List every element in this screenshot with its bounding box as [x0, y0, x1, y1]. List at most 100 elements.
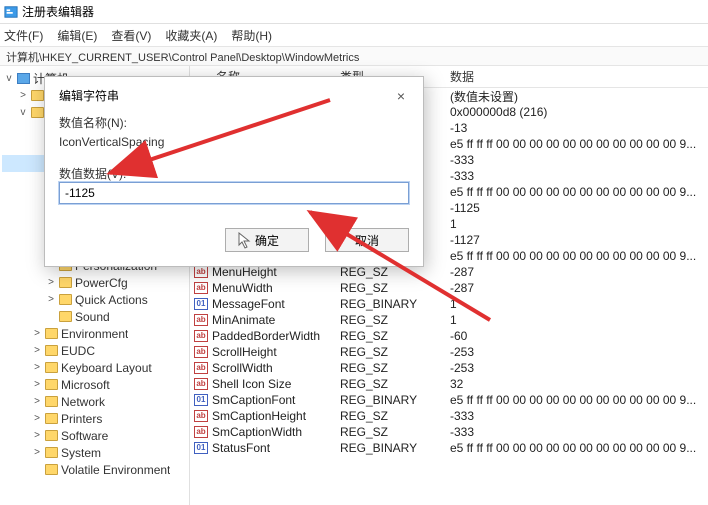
dialog-title: 编辑字符串 — [59, 87, 119, 104]
menu-bar: 文件(F) 编辑(E) 查看(V) 收藏夹(A) 帮助(H) — [0, 24, 708, 46]
cell-name: SmCaptionHeight — [212, 409, 340, 423]
address-bar[interactable]: 计算机\HKEY_CURRENT_USER\Control Panel\Desk… — [0, 46, 708, 66]
cell-name: MenuHeight — [212, 265, 340, 279]
cancel-button[interactable]: 取消 — [325, 228, 409, 252]
list-row[interactable]: ab MinAnimateREG_SZ1 — [190, 312, 708, 328]
caret-icon: > — [32, 379, 42, 390]
folder-icon — [31, 107, 44, 118]
tree-item[interactable]: >Quick Actions — [2, 291, 187, 308]
edit-string-dialog: 编辑字符串 × 数值名称(N): IconVerticalSpacing 数值数… — [44, 76, 424, 267]
value-name: IconVerticalSpacing — [59, 131, 409, 159]
cell-data: -333 — [450, 425, 708, 439]
list-row[interactable]: abScrollHeightREG_SZ-253 — [190, 344, 708, 360]
string-icon: ab — [194, 330, 208, 342]
menu-file[interactable]: 文件(F) — [4, 27, 43, 44]
caret-icon: > — [32, 430, 42, 441]
cell-data: -60 — [450, 329, 708, 343]
cursor-icon — [238, 232, 252, 250]
caret-icon: v — [4, 73, 14, 84]
caret-icon: > — [18, 90, 28, 101]
menu-view[interactable]: 查看(V) — [111, 27, 151, 44]
string-icon: ab — [194, 426, 208, 438]
cell-name: MinAnimate — [212, 313, 340, 327]
cell-data: 1 — [450, 217, 708, 231]
string-icon: ab — [194, 266, 208, 278]
folder-icon — [45, 430, 58, 441]
list-row[interactable]: abSmCaptionWidthREG_SZ-333 — [190, 424, 708, 440]
list-row[interactable]: 01MessageFontREG_BINARY1 — [190, 296, 708, 312]
string-icon: ab — [194, 410, 208, 422]
folder-icon — [45, 464, 58, 475]
tree-item[interactable]: Sound — [2, 308, 187, 325]
tree-item[interactable]: Volatile Environment — [2, 461, 187, 478]
cell-type: REG_SZ — [340, 313, 450, 327]
tree-label: Printers — [61, 412, 102, 426]
tree-item[interactable]: >System — [2, 444, 187, 461]
tree-item[interactable]: > Microsoft — [2, 376, 187, 393]
value-name-label: 数值名称(N): — [59, 114, 409, 131]
cell-data: e5 ff ff ff 00 00 00 00 00 00 00 00 00 0… — [450, 393, 708, 407]
cell-data: 32 — [450, 377, 708, 391]
tree-label: System — [61, 446, 101, 460]
cell-data: 1 — [450, 313, 708, 327]
folder-icon — [45, 396, 58, 407]
window-title: 注册表编辑器 — [22, 3, 94, 20]
cell-name: MenuWidth — [212, 281, 340, 295]
tree-label: Quick Actions — [75, 293, 148, 307]
ok-button-label: 确定 — [255, 234, 279, 248]
tree-label: Microsoft — [61, 378, 110, 392]
cell-name: Shell Icon Size — [212, 377, 340, 391]
folder-icon — [45, 362, 58, 373]
cell-data: -13 — [450, 121, 708, 135]
list-row[interactable]: abSmCaptionHeightREG_SZ-333 — [190, 408, 708, 424]
string-icon: ab — [194, 314, 208, 326]
menu-edit[interactable]: 编辑(E) — [57, 27, 97, 44]
folder-icon — [45, 447, 58, 458]
folder-icon — [59, 294, 72, 305]
folder-icon — [59, 311, 72, 322]
cell-name: MessageFont — [212, 297, 340, 311]
tree-label: Volatile Environment — [61, 463, 170, 477]
cell-data: -333 — [450, 169, 708, 183]
close-icon[interactable]: × — [393, 88, 409, 104]
computer-icon — [17, 73, 30, 84]
tree-label: Network — [61, 395, 105, 409]
folder-icon — [45, 413, 58, 424]
tree-item[interactable]: >EUDC — [2, 342, 187, 359]
ok-button[interactable]: 确定 — [225, 228, 309, 252]
folder-icon — [59, 277, 72, 288]
tree-item[interactable]: >PowerCfg — [2, 274, 187, 291]
tree-item[interactable]: >Network — [2, 393, 187, 410]
string-icon: ab — [194, 282, 208, 294]
folder-icon — [31, 90, 44, 101]
title-bar: 注册表编辑器 — [0, 0, 708, 24]
list-row[interactable]: ab MenuWidthREG_SZ-287 — [190, 280, 708, 296]
menu-help[interactable]: 帮助(H) — [231, 27, 272, 44]
cell-data: -287 — [450, 281, 708, 295]
cell-type: REG_SZ — [340, 425, 450, 439]
tree-label: Environment — [61, 327, 128, 341]
cell-type: REG_SZ — [340, 281, 450, 295]
list-row[interactable]: abScrollWidthREG_SZ-253 — [190, 360, 708, 376]
tree-item[interactable]: >Environment — [2, 325, 187, 342]
cell-type: REG_SZ — [340, 345, 450, 359]
tree-item[interactable]: >Printers — [2, 410, 187, 427]
tree-label: PowerCfg — [75, 276, 128, 290]
binary-icon: 01 — [194, 442, 208, 454]
string-icon: ab — [194, 378, 208, 390]
cell-data: e5 ff ff ff 00 00 00 00 00 00 00 00 00 0… — [450, 137, 708, 151]
list-row[interactable]: 01StatusFontREG_BINARYe5 ff ff ff 00 00 … — [190, 440, 708, 456]
value-data-input[interactable] — [59, 182, 409, 204]
cell-type: REG_BINARY — [340, 297, 450, 311]
caret-icon: v — [18, 107, 28, 118]
col-data[interactable]: 数据 — [450, 68, 708, 85]
menu-fav[interactable]: 收藏夹(A) — [165, 27, 217, 44]
list-row[interactable]: abShell Icon SizeREG_SZ32 — [190, 376, 708, 392]
tree-item[interactable]: >Keyboard Layout — [2, 359, 187, 376]
folder-icon — [45, 379, 58, 390]
tree-label: Keyboard Layout — [61, 361, 152, 375]
tree-item[interactable]: >Software — [2, 427, 187, 444]
list-row[interactable]: 01SmCaptionFontREG_BINARYe5 ff ff ff 00 … — [190, 392, 708, 408]
list-row[interactable]: abPaddedBorderWidthREG_SZ-60 — [190, 328, 708, 344]
tree-label: Sound — [75, 310, 110, 324]
